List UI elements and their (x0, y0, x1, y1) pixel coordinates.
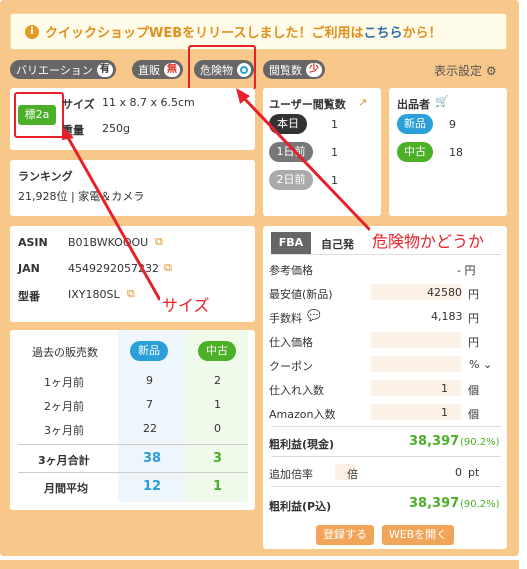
arrowhead (62, 126, 74, 140)
annotation-danger: 危険物かどうか (370, 228, 487, 252)
arrow-danger (238, 92, 372, 232)
annotation-arrows (62, 88, 372, 301)
annotation-size: サイズ (160, 292, 212, 316)
bottom-strip (0, 560, 519, 569)
arrow-size (64, 133, 162, 301)
